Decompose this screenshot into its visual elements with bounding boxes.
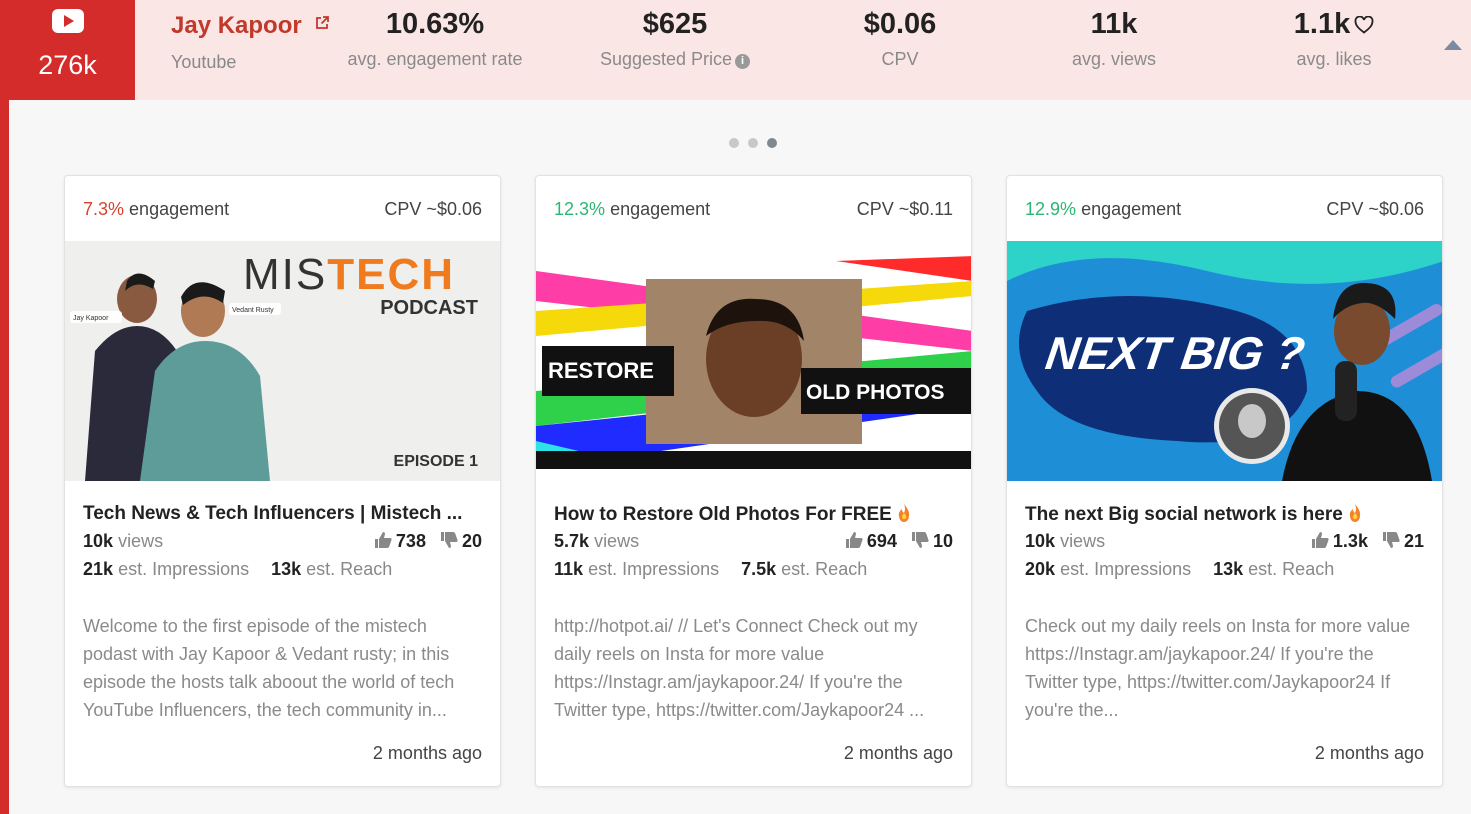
- stat-engagement-rate: 10.63% avg. engagement rate: [344, 8, 526, 70]
- thumbs-up-icon: [1311, 532, 1329, 548]
- video-title[interactable]: Tech News & Tech Influencers | Mistech .…: [83, 503, 482, 525]
- video-thumbnail[interactable]: MISTECH PODCAST EPISODE 1 Jay Kapoor Ved…: [65, 241, 501, 481]
- creator-header: 276k Jay Kapoor Youtube 10.63% avg. enga…: [0, 0, 1471, 100]
- thumbnail-text: NEXT BIG ?: [1043, 327, 1308, 379]
- views-label: views: [118, 531, 164, 551]
- impressions-value: 11k: [554, 559, 584, 579]
- views-value: 10k: [83, 531, 114, 551]
- carousel-dot[interactable]: [729, 138, 739, 148]
- views-label: views: [594, 531, 640, 551]
- engagement-value: 12.9%: [1025, 199, 1077, 219]
- post-date: 2 months ago: [843, 743, 953, 763]
- impressions-value: 20k: [1025, 559, 1056, 579]
- stat-avg-likes: 1.1k avg. likes: [1274, 8, 1394, 70]
- video-description: Welcome to the first episode of the mist…: [83, 616, 455, 720]
- likes-count: 738: [395, 531, 426, 551]
- video-card[interactable]: 12.9% engagement CPV ~$0.06 NEXT BIG ? T…: [1006, 175, 1443, 787]
- platform-label: Youtube: [171, 52, 237, 72]
- dislikes-count: 20: [461, 531, 482, 551]
- stat-value: $0.06: [863, 8, 937, 40]
- video-title-text: How to Restore Old Photos For FREE: [554, 504, 892, 525]
- thumbs-up-icon: [374, 532, 392, 548]
- dislikes-count: 10: [932, 531, 953, 551]
- thumbs-down-icon: [440, 532, 458, 548]
- engagement-value: 12.3%: [554, 199, 606, 219]
- cpv-value: CPV ~$0.11: [856, 199, 953, 219]
- stat-label: avg. engagement rate: [347, 49, 523, 69]
- thumbnail-text: EPISODE 1: [394, 453, 479, 470]
- thumbnail-text: OLD PHOTOS: [806, 381, 944, 404]
- video-title[interactable]: The next Big social network is here: [1025, 503, 1424, 526]
- stat-value: 11k: [1090, 8, 1138, 40]
- stat-value: 1.1k: [1293, 8, 1351, 40]
- video-description: http://hotpot.ai/ // Let's Connect Check…: [554, 616, 925, 720]
- reach-value: 7.5k: [741, 559, 777, 579]
- thumbnail-text: MIS: [243, 250, 327, 299]
- thumbs-down-icon: [911, 532, 929, 548]
- reach-value: 13k: [271, 559, 302, 579]
- engagement-label: engagement: [1081, 199, 1182, 219]
- thumbs-down-icon: [1382, 532, 1400, 548]
- engagement-label: engagement: [610, 199, 711, 219]
- stat-value: $625: [642, 8, 708, 40]
- thumbnail-text: Vedant Rusty: [232, 307, 274, 314]
- left-accent-strip: [0, 0, 9, 814]
- thumbnail-text: TECH: [327, 250, 455, 299]
- stat-label: avg. likes: [1296, 49, 1372, 69]
- stat-avg-views: 11k avg. views: [1054, 8, 1174, 70]
- post-date: 2 months ago: [372, 743, 482, 763]
- external-link-icon[interactable]: [314, 15, 330, 31]
- stat-label: CPV: [881, 49, 919, 69]
- video-thumbnail[interactable]: RESTORE OLD PHOTOS: [536, 241, 972, 481]
- stat-cpv: $0.06 CPV: [840, 8, 960, 70]
- likes-count: 1.3k: [1332, 531, 1368, 551]
- views-value: 10k: [1025, 531, 1056, 551]
- impressions-label: est. Impressions: [118, 559, 250, 579]
- video-title[interactable]: How to Restore Old Photos For FREE: [554, 503, 953, 526]
- engagement-label: engagement: [129, 199, 230, 219]
- svg-text:MISTECH: MISTECH: [243, 250, 455, 299]
- cpv-value: CPV ~$0.06: [1326, 199, 1424, 219]
- engagement-value: 7.3%: [83, 199, 125, 219]
- creator-name: Jay Kapoor: [171, 12, 302, 39]
- fire-icon: [1349, 504, 1360, 522]
- collapse-caret-icon[interactable]: [1444, 40, 1462, 50]
- stat-label: Suggested Price: [599, 49, 733, 69]
- carousel-pagination: [729, 138, 777, 148]
- subscriber-count: 276k: [38, 50, 97, 80]
- fire-icon: [898, 504, 909, 522]
- dislikes-count: 21: [1403, 531, 1424, 551]
- thumbs-up-icon: [845, 532, 863, 548]
- thumbnail-text: Jay Kapoor: [73, 315, 109, 322]
- thumbnail-text: RESTORE: [548, 358, 654, 383]
- video-card[interactable]: 12.3% engagement CPV ~$0.11 RESTORE OLD …: [535, 175, 972, 787]
- post-date: 2 months ago: [1314, 743, 1424, 763]
- likes-count: 694: [866, 531, 897, 551]
- impressions-value: 21k: [83, 559, 114, 579]
- youtube-badge: 276k: [0, 0, 135, 100]
- youtube-icon: [52, 9, 84, 33]
- carousel-dot[interactable]: [748, 138, 758, 148]
- thumbnail-text: PODCAST: [380, 297, 478, 319]
- impressions-label: est. Impressions: [588, 559, 720, 579]
- heart-icon: [1354, 16, 1374, 34]
- stat-value: 10.63%: [385, 8, 485, 40]
- reach-label: est. Reach: [306, 559, 393, 579]
- creator-name-link[interactable]: Jay Kapoor: [171, 12, 330, 40]
- stat-suggested-price: $625 Suggested Price i: [595, 8, 755, 70]
- reach-value: 13k: [1213, 559, 1244, 579]
- video-title-text: The next Big social network is here: [1025, 504, 1343, 525]
- carousel-dot-active[interactable]: [767, 138, 777, 148]
- video-description: Check out my daily reels on Insta for mo…: [1025, 616, 1411, 720]
- reach-label: est. Reach: [1248, 559, 1335, 579]
- cpv-value: CPV ~$0.06: [384, 199, 482, 219]
- views-label: views: [1060, 531, 1106, 551]
- views-value: 5.7k: [554, 531, 590, 551]
- video-card[interactable]: 7.3% engagement CPV ~$0.06 MISTECH PODCA…: [64, 175, 501, 787]
- reach-label: est. Reach: [781, 559, 868, 579]
- impressions-label: est. Impressions: [1060, 559, 1192, 579]
- video-thumbnail[interactable]: NEXT BIG ?: [1007, 241, 1443, 481]
- info-icon[interactable]: i: [735, 54, 751, 69]
- stat-label: avg. views: [1071, 49, 1157, 69]
